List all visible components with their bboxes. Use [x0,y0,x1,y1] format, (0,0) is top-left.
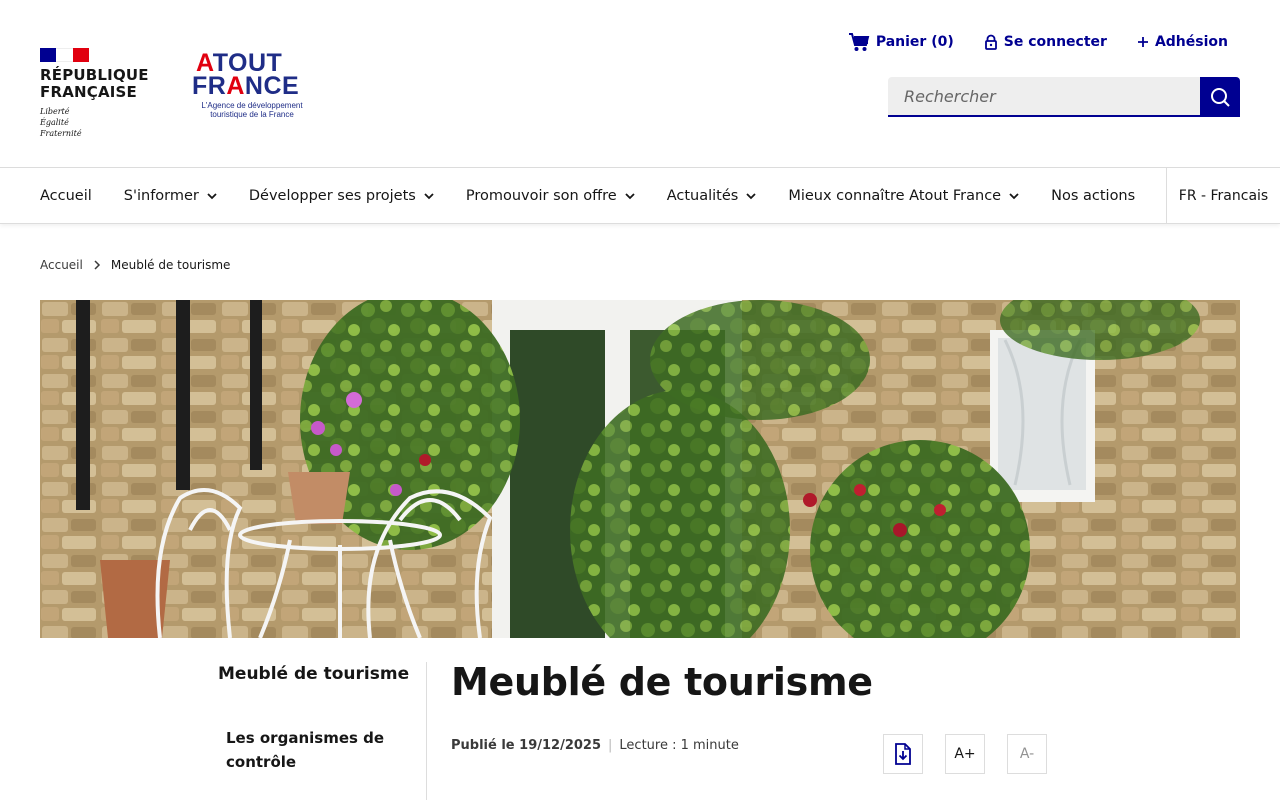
chevron-right-icon [94,260,100,270]
republique-motto: Liberté Égalité Fraternité [40,107,82,138]
breadcrumb-current: Meublé de tourisme [110,258,231,272]
nav-item-label: Accueil [40,188,92,204]
header-tools: Panier (0) Se connecter Adhésion [848,32,1228,52]
main-navigation: Accueil S'informer Développer ses projets P… [0,168,1280,224]
nav-item-6[interactable]: Nos actions [1051,188,1135,204]
chevron-down-icon [424,192,434,199]
cart-label: Panier (0) [875,34,954,50]
republique-francaise-logo[interactable]: RÉPUBLIQUE FRANÇAISE Liberté Égalité Fra… [40,48,160,139]
language-selector[interactable]: FR - Francais [1166,168,1280,224]
atout-tagline: L'Agence de développement touristique de… [201,101,303,119]
nav-item-label: S'informer [123,188,199,204]
breadcrumb-home[interactable]: Accueil [40,258,83,272]
login-link[interactable]: Se connecter [984,34,1107,50]
search-icon [1211,88,1230,107]
plus-icon [1137,37,1148,47]
french-flag-icon [40,48,89,62]
chevron-down-icon [746,192,756,199]
membership-label: Adhésion [1154,34,1228,50]
login-label: Se connecter [1003,34,1107,50]
font-increase-button[interactable]: A+ [945,734,985,774]
chevron-down-icon [207,192,217,199]
cart-icon [848,33,870,51]
nav-item-label: Promouvoir son offre [465,188,617,204]
nav-item-4[interactable]: Actualités [667,188,757,204]
search-button[interactable] [1200,77,1240,117]
published-date: Publié le 19/12/2025 [451,738,602,753]
nav-items: Accueil S'informer Développer ses projets P… [40,168,1167,224]
membership-link[interactable]: Adhésion [1137,34,1228,50]
nav-item-label: Nos actions [1051,188,1136,204]
nav-item-1[interactable]: S'informer [124,188,217,204]
atout-france-logo[interactable]: ATOUT FRANCE L'Agence de développement t… [192,51,312,120]
download-pdf-button[interactable] [883,734,923,774]
page-title: Meublé de tourisme [451,660,873,704]
hero-image [40,300,1240,638]
article-tools: A+ A- [883,734,1047,774]
cart-link[interactable]: Panier (0) [848,32,954,52]
download-file-icon [895,743,911,765]
side-menu: Meublé de tourisme Les organismes de con… [200,662,427,800]
nav-item-2[interactable]: Développer ses projets [249,188,434,204]
nav-item-label: Actualités [666,188,739,204]
site-header: RÉPUBLIQUE FRANÇAISE Liberté Égalité Fra… [0,0,1280,168]
nav-item-label: Développer ses projets [248,188,416,204]
side-menu-title[interactable]: Meublé de tourisme [218,664,409,684]
meta-separator: | [608,738,613,753]
chevron-down-icon [1009,192,1019,199]
nav-item-3[interactable]: Promouvoir son offre [466,188,635,204]
reading-time: Lecture : 1 minute [619,738,739,753]
garden-terrace-illustration [40,300,1240,638]
search-bar [888,77,1240,117]
search-input[interactable] [888,77,1200,117]
nav-item-label: Mieux connaître Atout France [788,188,1002,204]
nav-item-0[interactable]: Accueil [40,188,92,204]
font-decrease-button[interactable]: A- [1007,734,1047,774]
nav-item-5[interactable]: Mieux connaître Atout France [788,188,1019,204]
lock-icon [984,34,997,50]
side-menu-item-organismes[interactable]: Les organismes de contrôle [226,726,396,774]
republique-title: RÉPUBLIQUE FRANÇAISE [40,66,149,101]
article-meta: Publié le 19/12/2025 | Lecture : 1 minut… [451,738,739,753]
breadcrumb: Accueil Meublé de tourisme [40,258,230,272]
chevron-down-icon [625,192,635,199]
